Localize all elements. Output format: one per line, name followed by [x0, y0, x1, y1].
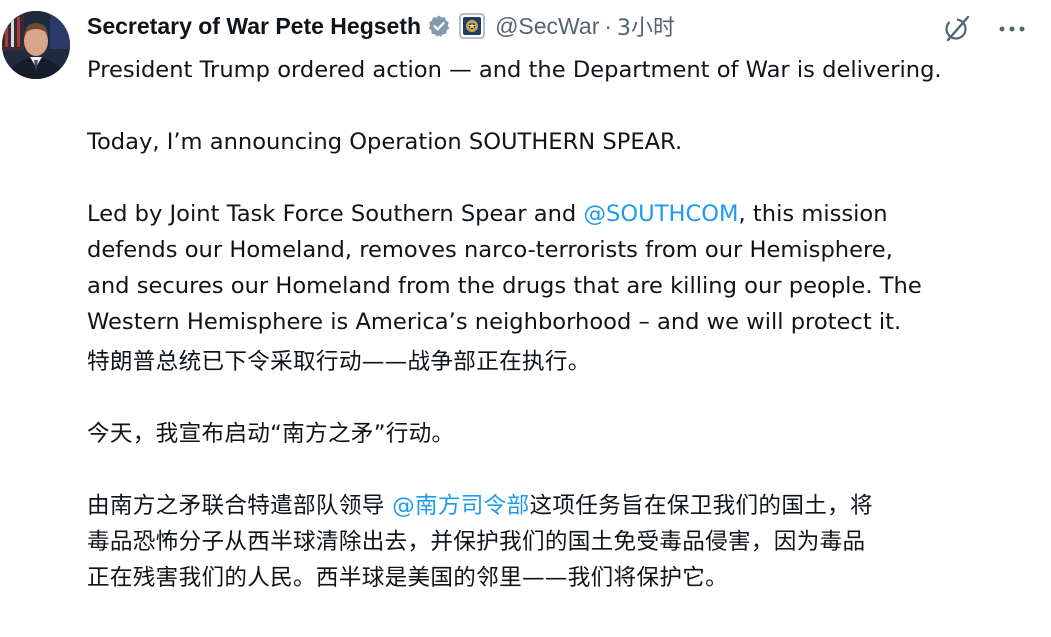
tweet-zh-paragraph-3: 由南方之矛联合特遣部队领导 @南方司令部这项任务旨在保卫我们的国土，将	[87, 488, 1037, 524]
tweet-en-p3-line4: Western Hemisphere is America’s neighbor…	[87, 309, 902, 335]
verified-badge-icon[interactable]	[427, 14, 451, 38]
tweet-text: President Trump ordered action — and the…	[87, 52, 1037, 596]
tweet-en-p3-line3: and secures our Homeland from the drugs …	[87, 273, 922, 299]
tweet-zh-paragraph-1: 特朗普总统已下令采取行动——战争部正在执行。	[87, 349, 591, 375]
display-name[interactable]: Secretary of War Pete Hegseth	[87, 13, 421, 40]
tweet-en-p3-line2: defends our Homeland, removes narco-terr…	[87, 237, 893, 263]
author-handle[interactable]: @SecWar	[495, 13, 599, 40]
department-seal-icon[interactable]	[459, 13, 485, 39]
tweet-zh-p3-line3: 正在残害我们的人民。西半球是美国的邻里——我们将保护它。	[87, 565, 729, 591]
tweet-en-paragraph-1: President Trump ordered action — and the…	[87, 57, 942, 83]
tweet-zh-p3-line2: 毒品恐怖分子从西半球清除出去，并保护我们的国土免受毒品侵害，因为毒品	[87, 529, 866, 555]
mention-link-southcom-zh[interactable]: @南方司令部	[392, 493, 529, 519]
tweet-en-paragraph-3: Led by Joint Task Force Southern Spear a…	[87, 196, 1037, 232]
tweet-en-p3-start: Led by Joint Task Force Southern Spear a…	[87, 201, 584, 227]
tweet-zh-p3-start: 由南方之矛联合特遣部队领导	[87, 493, 393, 519]
post-time[interactable]: 3小时	[617, 10, 675, 42]
tweet-header: Secretary of War Pete Hegseth @SecWar · …	[87, 8, 675, 44]
avatar[interactable]	[2, 11, 70, 79]
tweet-en-p3-line1-end: , this mission	[738, 201, 888, 227]
tweet-zh-p3-line1-end: 这项任务旨在保卫我们的国土，将	[529, 493, 873, 519]
tweet-zh-paragraph-2: 今天，我宣布启动“南方之矛”行动。	[87, 421, 455, 447]
tweet-card: Secretary of War Pete Hegseth @SecWar · …	[0, 0, 1051, 637]
more-options-icon[interactable]	[994, 13, 1030, 43]
header-separator: ·	[604, 12, 613, 39]
tweet-en-paragraph-2: Today, I’m announcing Operation SOUTHERN…	[87, 129, 683, 155]
grok-icon[interactable]	[942, 13, 972, 43]
mention-link-southcom[interactable]: @SOUTHCOM	[583, 201, 738, 227]
person-portrait-avatar	[2, 11, 70, 79]
